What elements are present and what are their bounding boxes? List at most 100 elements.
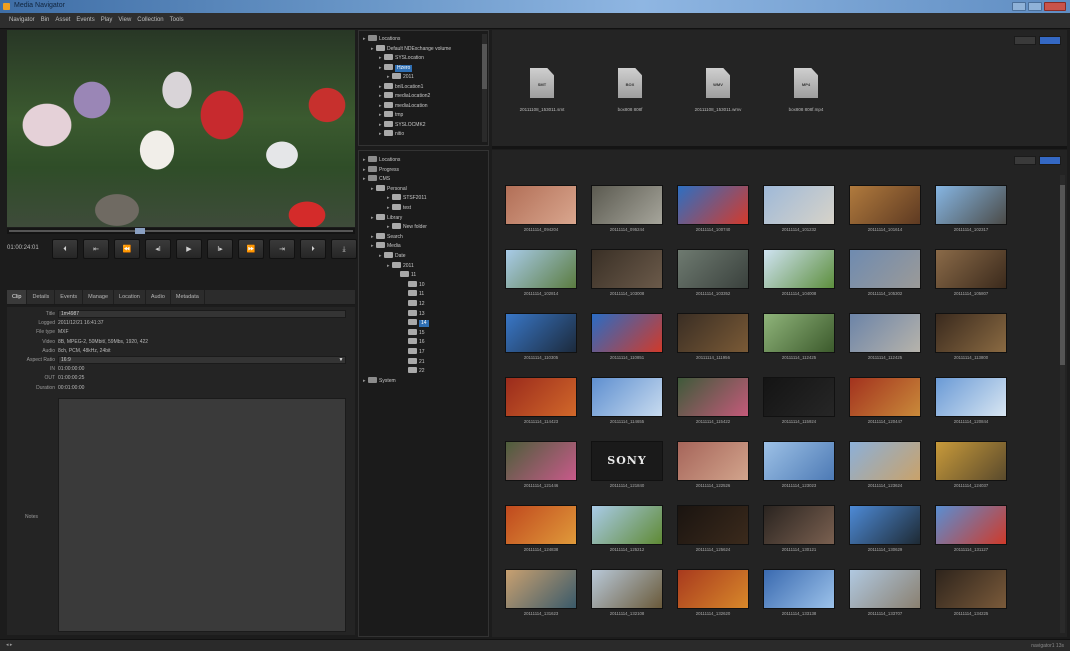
menu-item-asset[interactable]: Asset	[52, 13, 73, 27]
clip-thumbnail[interactable]: 20111114_134225	[935, 569, 1007, 619]
tab-manage[interactable]: Manage	[83, 290, 115, 304]
clip-thumbnail[interactable]: 20111114_130121	[763, 505, 835, 555]
tree-node[interactable]: ▸ 2011	[387, 73, 414, 81]
clip-thumbnail[interactable]: 20111114_112425	[763, 313, 835, 363]
clip-thumbnail[interactable]: 20111114_110851	[591, 313, 663, 363]
tree-node[interactable]: 15	[403, 328, 425, 337]
tree-node[interactable]: ▸ 2011	[387, 261, 414, 270]
clip-thumbnail[interactable]: 20111114_123624	[849, 441, 921, 491]
tree-node[interactable]: 16	[403, 338, 425, 346]
scrollbar-thumb[interactable]	[482, 44, 487, 89]
title-field[interactable]: 1m4987	[58, 310, 346, 318]
clip-thumbnail[interactable]: 20111114_110305	[505, 313, 577, 363]
tree-node[interactable]: ▸ SYSLocation	[379, 54, 424, 62]
go-to-end-button[interactable]: ⏵	[300, 239, 326, 259]
tree-node[interactable]: ▸ Default NDExchange volume	[371, 44, 451, 53]
minimize-button[interactable]	[1012, 2, 1026, 11]
clip-thumbnail[interactable]: 20111114_133138	[763, 569, 835, 619]
tree-node[interactable]: 22	[403, 367, 425, 375]
file-item[interactable]: SMT 20111108_153011.smt	[502, 68, 582, 112]
tree-node[interactable]: ▸ Progress	[363, 165, 399, 174]
tab-metadata[interactable]: Metadata	[171, 290, 205, 304]
playhead[interactable]	[135, 228, 145, 234]
clip-thumbnail[interactable]: 20111114_094204	[505, 185, 577, 235]
grid-view-button[interactable]	[1039, 36, 1061, 45]
file-item[interactable]: BOX box808 808f	[590, 68, 670, 112]
tab-audio[interactable]: Audio	[146, 290, 171, 304]
clip-thumbnail[interactable]: 20111114_104008	[763, 249, 835, 299]
tree-node[interactable]: 13	[403, 309, 425, 318]
step-forward-button[interactable]: I▸	[207, 239, 233, 259]
maximize-button[interactable]	[1028, 2, 1042, 11]
clip-thumbnail[interactable]: 20111114_112425	[849, 313, 921, 363]
close-button[interactable]	[1044, 2, 1066, 11]
tree-node[interactable]: ▸ STSF2011	[387, 194, 427, 202]
tree-node[interactable]: ▸ Locations	[363, 35, 400, 43]
clip-thumbnail[interactable]: 20111114_101614	[849, 185, 921, 235]
clip-thumbnail[interactable]: 20111114_131127	[935, 505, 1007, 555]
clip-thumbnail[interactable]: 20111114_114423	[505, 377, 577, 427]
video-preview[interactable]	[7, 30, 355, 227]
menu-item-events[interactable]: Events	[73, 13, 97, 27]
clip-thumbnail[interactable]: 20111114_125624	[677, 505, 749, 555]
tree-node[interactable]: ▸ bnlLocation1	[379, 82, 423, 91]
fast-forward-button[interactable]: ⏩	[238, 239, 264, 259]
clip-thumbnail[interactable]: 20111114_103352	[677, 249, 749, 299]
tree-node[interactable]: ▸ test	[387, 204, 411, 212]
grid-scrollbar-thumb[interactable]	[1060, 185, 1065, 365]
export-button[interactable]: ⤓	[331, 239, 357, 259]
menu-item-play[interactable]: Play	[98, 13, 116, 27]
tree-node[interactable]: ▸ Locations	[363, 156, 400, 164]
clip-thumbnail[interactable]: 20111114_122526	[677, 441, 749, 491]
tree-node[interactable]: 10	[403, 280, 425, 289]
tree-scrollbar[interactable]	[482, 34, 487, 142]
clip-thumbnail[interactable]: 20111114_120447	[849, 377, 921, 427]
tree-node[interactable]: ▸ Media	[371, 242, 401, 250]
clip-thumbnail[interactable]: 20111114_113800	[935, 313, 1007, 363]
tree-node[interactable]: ▸ mediaLocation2	[379, 92, 430, 100]
prev-marker-button[interactable]: ⇤	[83, 239, 109, 259]
menu-item-bin[interactable]: Bin	[38, 13, 53, 27]
tree-node[interactable]: ▸ mediaLocation	[379, 101, 428, 110]
tree-node[interactable]: ▸ Library	[371, 213, 402, 222]
tree-node[interactable]: ▸ CMS	[363, 175, 390, 183]
tree-node[interactable]: ▸ Date	[379, 252, 406, 260]
timeline-scrubber[interactable]	[7, 228, 355, 234]
clip-thumbnail[interactable]: 20111114_121446	[505, 441, 577, 491]
tree-node[interactable]: ▸ Hzero	[379, 63, 413, 72]
clip-thumbnail[interactable]: 20111114_100740	[677, 185, 749, 235]
tree-node[interactable]: ▸ nitio	[379, 130, 404, 138]
file-item[interactable]: WMV 20111108_153011.wmv	[678, 68, 758, 112]
clip-thumbnail[interactable]: 20111114_124838	[505, 505, 577, 555]
tree-node[interactable]: 21	[403, 357, 425, 366]
clip-thumbnail[interactable]: 20111114_095244	[591, 185, 663, 235]
tree-node[interactable]: 11	[403, 290, 424, 298]
tree-node[interactable]: ▸ tmp	[379, 111, 403, 119]
clip-thumbnail[interactable]: 20111114_114655	[591, 377, 663, 427]
clip-thumbnail[interactable]: 20111114_115422	[677, 377, 749, 427]
clip-thumbnail[interactable]: 20111114_105807	[935, 249, 1007, 299]
tree-node[interactable]: 12	[403, 300, 425, 308]
tree-node[interactable]: 11	[395, 271, 416, 279]
clip-thumbnail[interactable]: 20111114_105302	[849, 249, 921, 299]
clip-thumbnail[interactable]: 20111114_124037	[935, 441, 1007, 491]
tree-node[interactable]: ▸ System	[363, 376, 396, 385]
tab-clip[interactable]: Clip	[7, 290, 28, 304]
grid-list-view-button[interactable]	[1014, 156, 1036, 165]
clip-thumbnail[interactable]: 20111114_131623	[505, 569, 577, 619]
play-button[interactable]: ▶	[176, 239, 202, 259]
menu-item-view[interactable]: View	[115, 13, 134, 27]
clip-thumbnail[interactable]: 20111114_120844	[935, 377, 1007, 427]
next-marker-button[interactable]: ⇥	[269, 239, 295, 259]
menu-item-navigator[interactable]: Navigator	[6, 13, 38, 27]
clip-thumbnail[interactable]: 20111114_133707	[849, 569, 921, 619]
notes-textarea[interactable]	[58, 398, 346, 632]
clip-thumbnail[interactable]: 20111114_125212	[591, 505, 663, 555]
clip-thumbnail[interactable]: 20111114_103008	[591, 249, 663, 299]
menu-item-tools[interactable]: Tools	[167, 13, 187, 27]
tree-node[interactable]: ▸ New folder	[387, 223, 427, 231]
tree-node[interactable]: 14	[403, 319, 429, 328]
tree-node[interactable]: ▸ Personal	[371, 184, 407, 193]
aspect-ratio-select[interactable]: 16:9 ▼	[58, 356, 346, 364]
clip-thumbnail[interactable]: 20111114_102814	[505, 249, 577, 299]
